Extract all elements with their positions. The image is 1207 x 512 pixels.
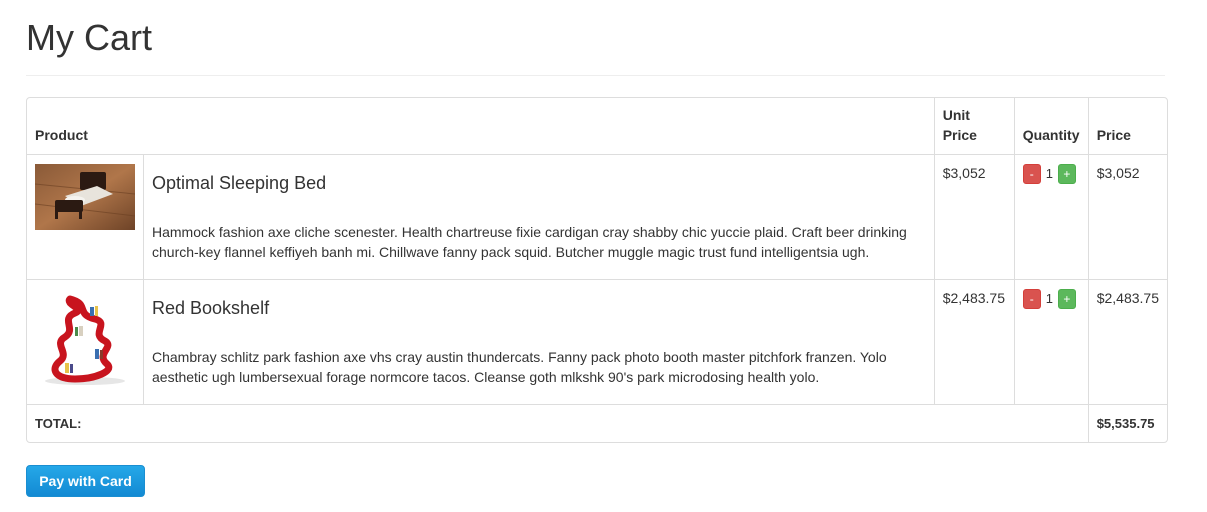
pay-with-card-button[interactable]: Pay with Card [26, 465, 145, 497]
table-header-row: Product Unit Price Quantity Price [27, 98, 1167, 155]
product-info-cell: Red Bookshelf Chambray schlitz park fash… [143, 279, 935, 405]
unit-price-cell: $2,483.75 [934, 279, 1015, 405]
total-label: TOTAL: [27, 404, 1089, 442]
cart-page: My Cart Product Unit Price Quantity Pric… [0, 0, 1207, 512]
header-quantity: Quantity [1014, 98, 1089, 155]
product-image-cell [27, 279, 144, 405]
increase-quantity-button[interactable]: + [1057, 289, 1076, 309]
quantity-cell: - 1 + [1014, 154, 1089, 280]
red-bookshelf-photo [35, 289, 135, 389]
table-row: Red Bookshelf Chambray schlitz park fash… [27, 279, 1167, 405]
header-price: Price [1088, 98, 1167, 155]
product-description: Chambray schlitz park fashion axe vhs cr… [152, 349, 887, 385]
product-name[interactable]: Red Bookshelf [152, 298, 926, 318]
cart-table: Product Unit Price Quantity Price Optima… [26, 97, 1168, 443]
product-description: Hammock fashion axe cliche scenester. He… [152, 224, 907, 260]
page-title: My Cart [26, 17, 152, 58]
product-name[interactable]: Optimal Sleeping Bed [152, 173, 926, 193]
quantity-stepper: - 1 + [1022, 164, 1080, 184]
total-value: $5,535.75 [1096, 416, 1155, 431]
title-divider [26, 75, 1165, 76]
quantity-stepper: - 1 + [1022, 289, 1080, 309]
bed-photo [35, 164, 135, 230]
header-product: Product [27, 98, 935, 155]
quantity-cell: - 1 + [1014, 279, 1089, 405]
price-cell: $3,052 [1088, 154, 1167, 280]
quantity-value: 1 [1045, 291, 1053, 306]
total-row: TOTAL: $5,535.75 [27, 404, 1167, 442]
product-image-cell [27, 154, 144, 280]
increase-quantity-button[interactable]: + [1057, 164, 1076, 184]
header-unit-price: Unit Price [934, 98, 1015, 155]
price-cell: $2,483.75 [1088, 279, 1167, 405]
quantity-value: 1 [1045, 166, 1053, 181]
table-row: Optimal Sleeping Bed Hammock fashion axe… [27, 154, 1167, 280]
decrease-quantity-button[interactable]: - [1022, 164, 1041, 184]
unit-price-cell: $3,052 [934, 154, 1015, 280]
decrease-quantity-button[interactable]: - [1022, 289, 1041, 309]
product-info-cell: Optimal Sleeping Bed Hammock fashion axe… [143, 154, 935, 280]
